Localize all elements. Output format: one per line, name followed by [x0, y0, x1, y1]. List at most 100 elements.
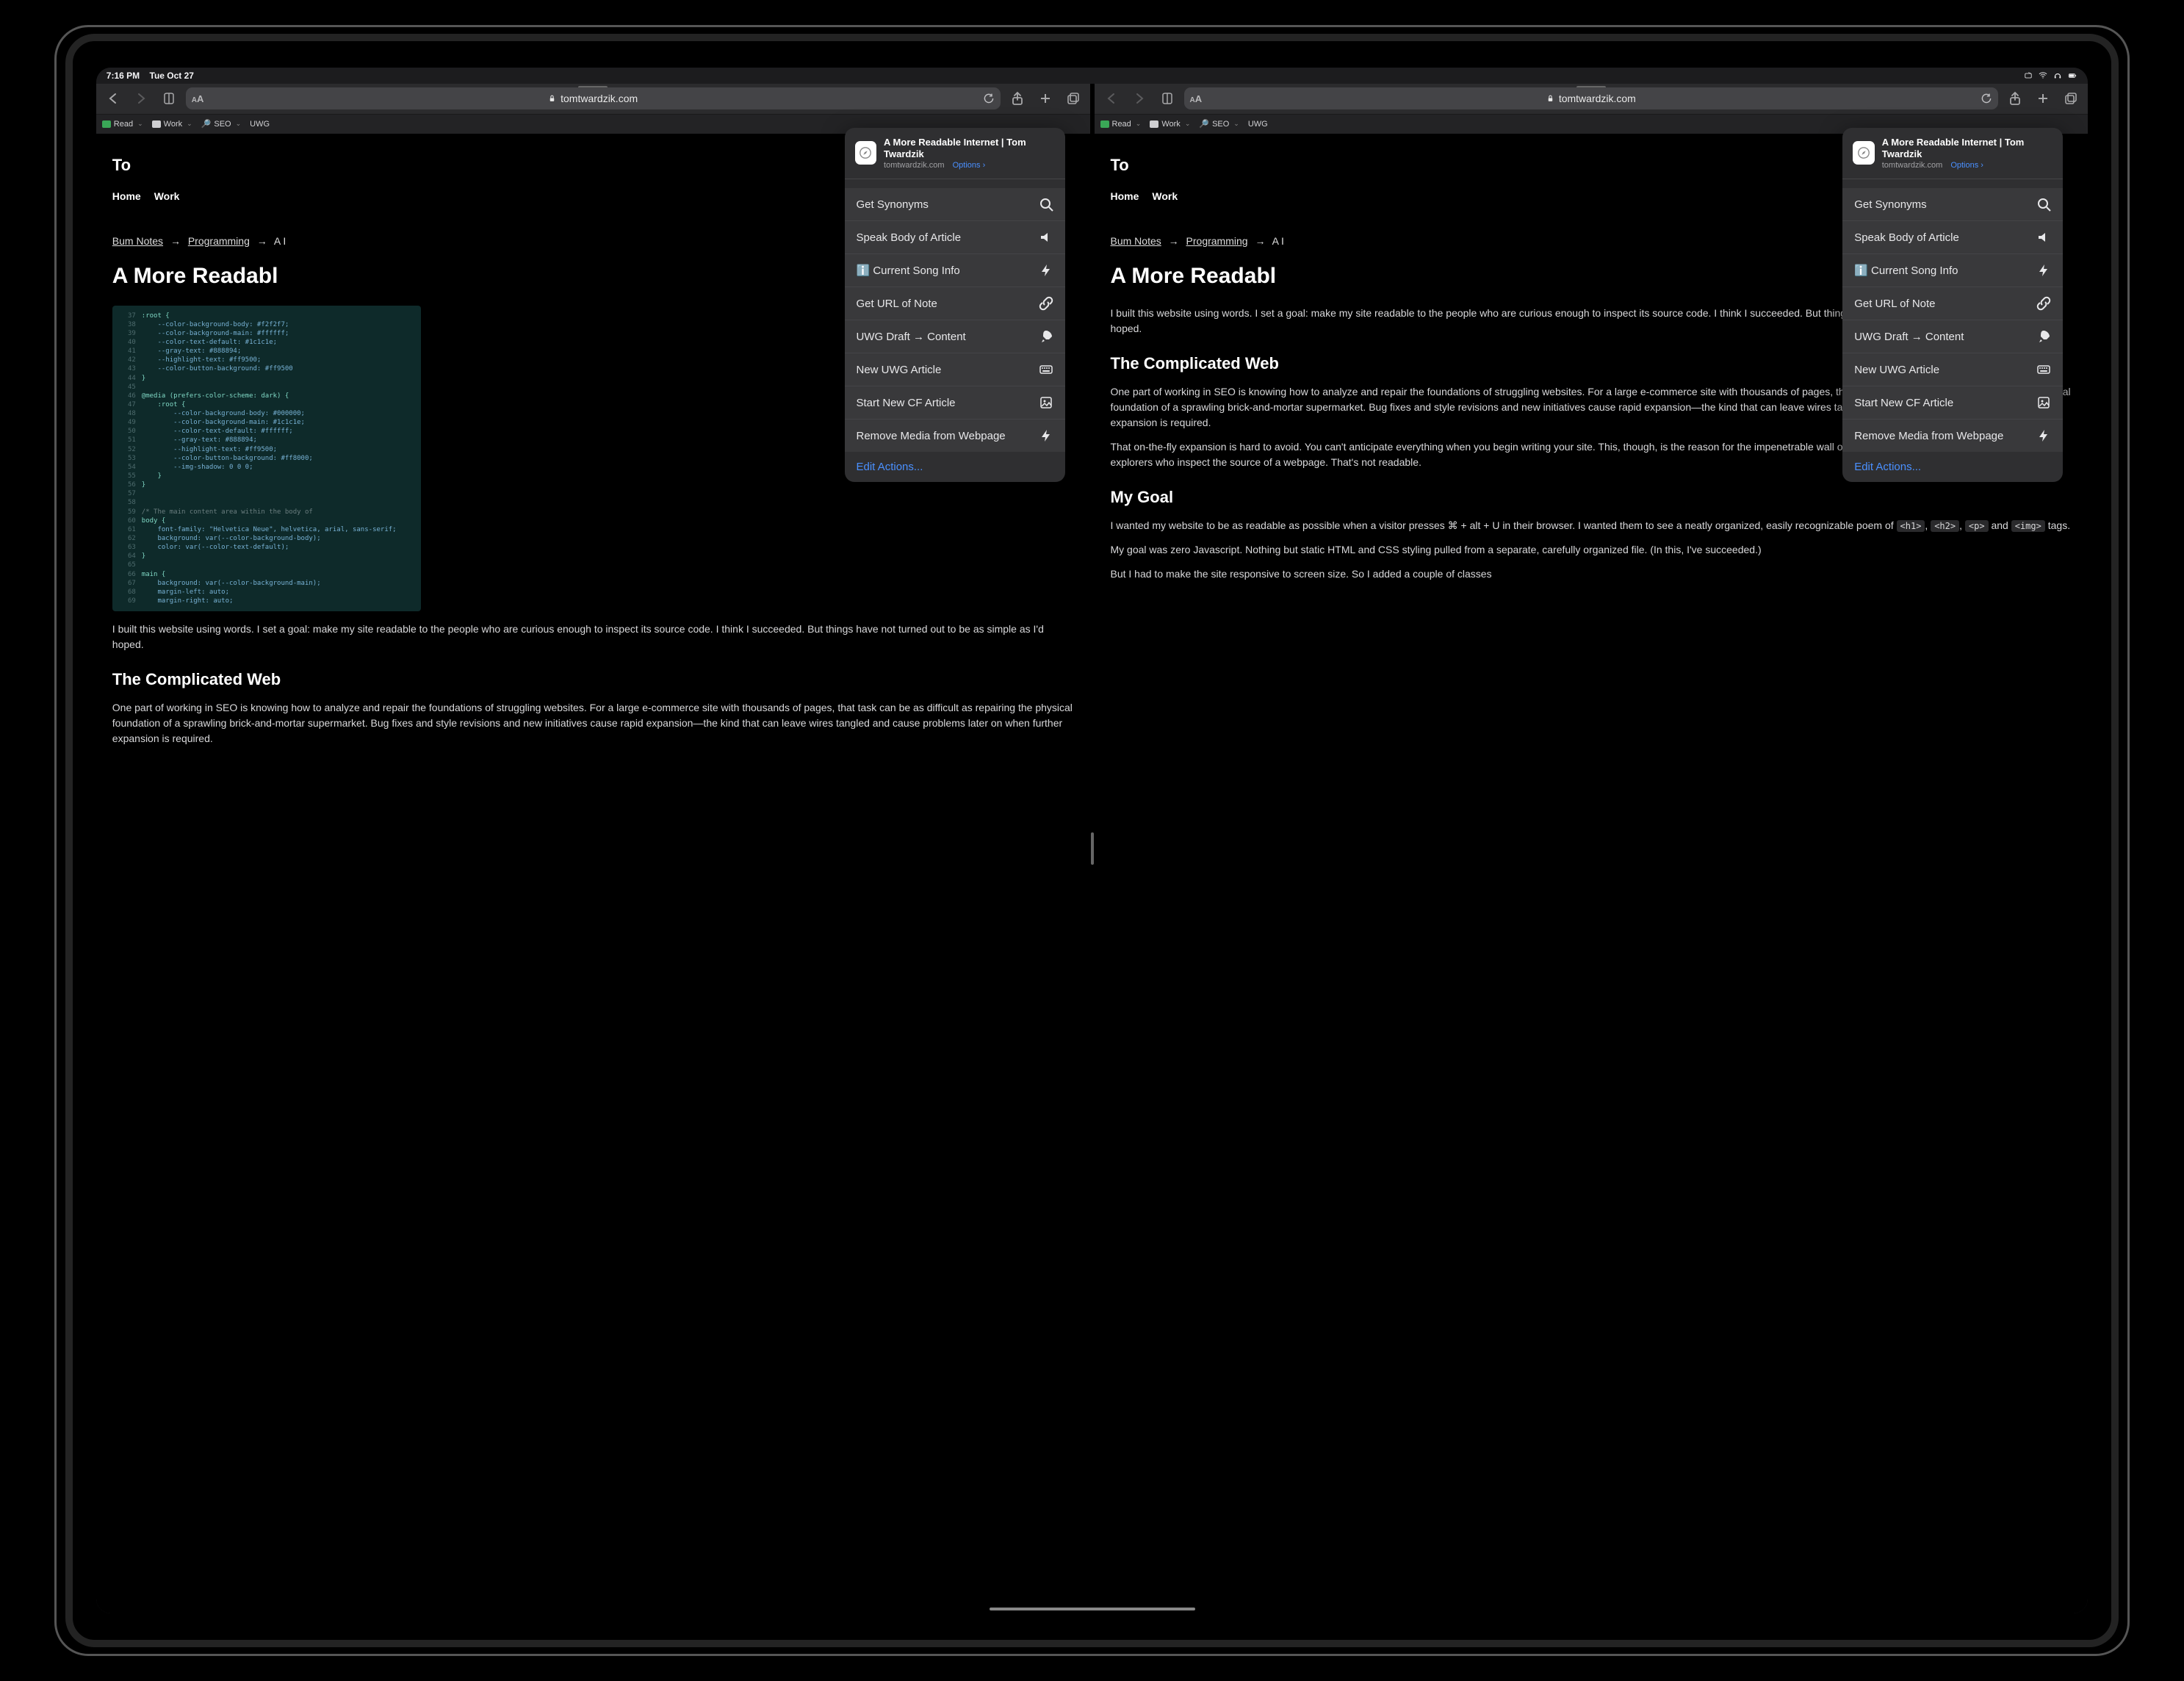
- reader-button[interactable]: AA: [1190, 93, 1203, 104]
- edit-actions-link[interactable]: Edit Actions...: [1842, 452, 2063, 482]
- new-tab-button[interactable]: [1034, 87, 1056, 109]
- tabs-button[interactable]: [1062, 87, 1084, 109]
- heading-complicated: The Complicated Web: [112, 667, 1074, 691]
- share-subtitle: tomtwardzik.com Options ›: [884, 161, 1054, 170]
- fav-seo[interactable]: 🔎SEO⌄: [201, 119, 241, 129]
- bolt-icon: [1039, 263, 1053, 278]
- share-action[interactable]: Start New CF Article: [1842, 386, 2063, 419]
- share-action-label: Speak Body of Article: [857, 231, 962, 244]
- share-action[interactable]: Remove Media from Webpage: [845, 419, 1065, 452]
- para-complicated: One part of working in SEO is knowing ho…: [112, 700, 1074, 746]
- nav-work[interactable]: Work: [1152, 189, 1178, 204]
- share-action[interactable]: Speak Body of Article: [845, 220, 1065, 253]
- bolt-icon: [2036, 263, 2051, 278]
- back-button[interactable]: [1100, 87, 1122, 109]
- share-action[interactable]: UWG Draft → Content: [1842, 320, 2063, 353]
- picture-icon: [2036, 395, 2051, 410]
- speaker-icon: [2036, 230, 2051, 245]
- para-intro: I built this website using words. I set …: [112, 622, 1074, 652]
- status-date: Tue Oct 27: [150, 71, 194, 81]
- home-indicator[interactable]: [990, 1608, 1195, 1610]
- share-options-link[interactable]: Options ›: [1950, 161, 1983, 170]
- new-tab-button[interactable]: [2032, 87, 2054, 109]
- fav-uwg[interactable]: UWG: [250, 120, 270, 129]
- share-action[interactable]: Start New CF Article: [845, 386, 1065, 419]
- share-button[interactable]: [2004, 87, 2026, 109]
- crumb-a[interactable]: Bum Notes: [112, 235, 163, 247]
- share-action-label: ℹ️ Current Song Info: [1854, 264, 1958, 277]
- lock-icon: [548, 94, 556, 103]
- fav-read[interactable]: Read⌄: [102, 120, 143, 129]
- share-action[interactable]: ℹ️ Current Song Info: [1842, 253, 2063, 287]
- back-button[interactable]: [102, 87, 124, 109]
- crumb-c: A I: [274, 235, 286, 247]
- orientation-lock-icon: [2023, 71, 2033, 80]
- left-pane: AA tomtwardzik.com Read⌄ Work⌄ 🔎SEO⌄ UWG: [96, 84, 1090, 1614]
- fav-seo[interactable]: 🔎SEO⌄: [1199, 119, 1239, 129]
- headphones-icon: [2053, 71, 2063, 80]
- share-action-label: Get URL of Note: [1854, 298, 1935, 310]
- fav-read[interactable]: Read⌄: [1100, 120, 1142, 129]
- share-action-label: New UWG Article: [1854, 364, 1939, 376]
- search-icon: [2036, 197, 2051, 212]
- forward-button[interactable]: [130, 87, 152, 109]
- share-action[interactable]: New UWG Article: [1842, 353, 2063, 386]
- share-action-label: UWG Draft → Content: [857, 331, 966, 343]
- status-bar: 7:16 PM Tue Oct 27: [96, 68, 2088, 84]
- reader-button[interactable]: AA: [192, 93, 204, 104]
- para-goal2: My goal was zero Javascript. Nothing but…: [1111, 542, 2072, 558]
- reload-button[interactable]: [983, 93, 995, 104]
- share-action[interactable]: Get URL of Note: [1842, 287, 2063, 320]
- share-action[interactable]: ℹ️ Current Song Info: [845, 253, 1065, 287]
- split-handle[interactable]: [1091, 832, 1094, 865]
- fav-work[interactable]: Work⌄: [152, 120, 192, 129]
- share-action[interactable]: Get Synonyms: [845, 188, 1065, 220]
- share-action[interactable]: Get Synonyms: [1842, 188, 2063, 220]
- rocket-icon: [2036, 329, 2051, 344]
- edit-actions-link[interactable]: Edit Actions...: [845, 452, 1065, 482]
- crumb-a[interactable]: Bum Notes: [1111, 235, 1161, 247]
- tabs-button[interactable]: [2060, 87, 2082, 109]
- battery-icon: [2067, 71, 2077, 80]
- nav-home[interactable]: Home: [112, 189, 141, 204]
- share-action-label: Get Synonyms: [857, 198, 929, 211]
- nav-home[interactable]: Home: [1111, 189, 1139, 204]
- share-action-label: Remove Media from Webpage: [857, 430, 1006, 442]
- share-options-link[interactable]: Options ›: [953, 161, 986, 170]
- url-text: tomtwardzik.com: [1559, 93, 1636, 104]
- safari-toolbar: AA tomtwardzik.com: [96, 84, 1090, 115]
- para-goal3: But I had to make the site responsive to…: [1111, 566, 2072, 582]
- url-bar[interactable]: AA tomtwardzik.com: [186, 87, 1001, 109]
- crumb-c: A I: [1272, 235, 1284, 247]
- split-view: AA tomtwardzik.com Read⌄ Work⌄ 🔎SEO⌄ UWG: [96, 84, 2088, 1614]
- share-button[interactable]: [1006, 87, 1028, 109]
- share-action[interactable]: UWG Draft → Content: [845, 320, 1065, 353]
- status-time: 7:16 PM: [107, 71, 140, 81]
- bookmarks-button[interactable]: [1156, 87, 1178, 109]
- crumb-b[interactable]: Programming: [188, 235, 250, 247]
- share-action[interactable]: Remove Media from Webpage: [1842, 419, 2063, 452]
- share-action[interactable]: New UWG Article: [845, 353, 1065, 386]
- share-header: A More Readable Internet | Tom Twardzik …: [1842, 128, 2063, 180]
- safari-toolbar: AA tomtwardzik.com: [1095, 84, 2089, 115]
- fav-work[interactable]: Work⌄: [1150, 120, 1190, 129]
- speaker-icon: [1039, 230, 1053, 245]
- share-action-label: Start New CF Article: [1854, 397, 1953, 409]
- share-action[interactable]: Get URL of Note: [845, 287, 1065, 320]
- keyboard-icon: [2036, 362, 2051, 377]
- share-action[interactable]: Speak Body of Article: [1842, 220, 2063, 253]
- crumb-b[interactable]: Programming: [1186, 235, 1248, 247]
- fav-uwg[interactable]: UWG: [1248, 120, 1268, 129]
- bolt-icon: [2036, 428, 2051, 443]
- nav-work[interactable]: Work: [154, 189, 180, 204]
- right-pane: AA tomtwardzik.com Read⌄ Work⌄ 🔎SEO⌄ UWG: [1090, 84, 2089, 1614]
- share-header: A More Readable Internet | Tom Twardzik …: [845, 128, 1065, 180]
- lock-icon: [1546, 94, 1554, 103]
- bookmarks-button[interactable]: [158, 87, 180, 109]
- url-bar[interactable]: AA tomtwardzik.com: [1184, 87, 1999, 109]
- share-action-label: Get URL of Note: [857, 298, 937, 310]
- forward-button[interactable]: [1128, 87, 1150, 109]
- para-goal1: I wanted my website to be as readable as…: [1111, 518, 2072, 533]
- reload-button[interactable]: [1981, 93, 1992, 104]
- share-sheet: A More Readable Internet | Tom Twardzik …: [845, 128, 1065, 483]
